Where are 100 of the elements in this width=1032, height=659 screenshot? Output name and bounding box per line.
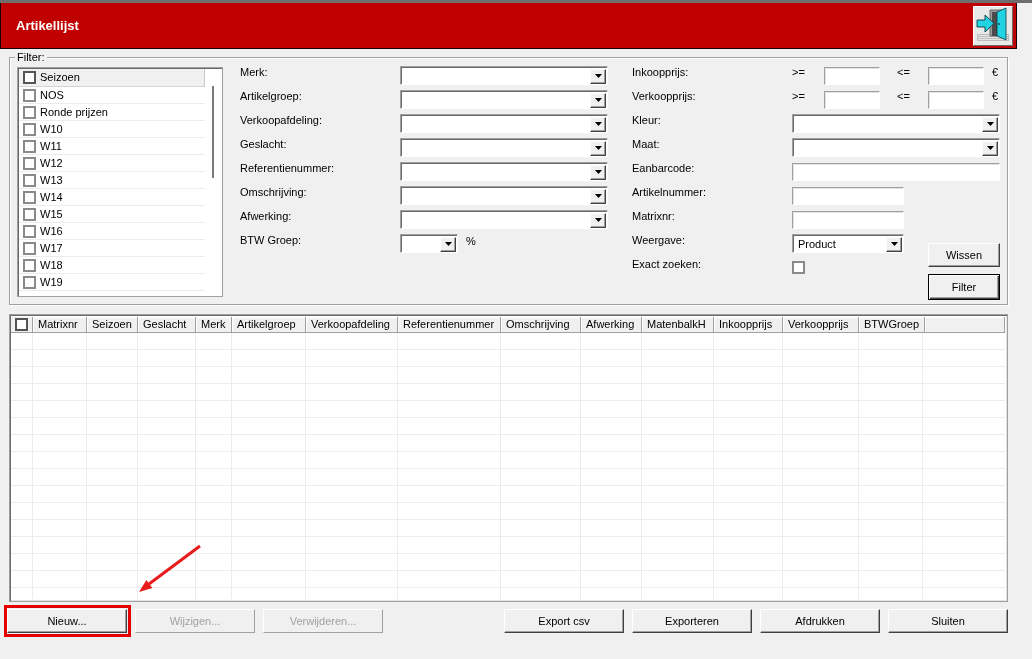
dropdown[interactable] (400, 114, 608, 133)
list-item[interactable]: W10 (19, 121, 205, 138)
dropdown[interactable]: Product (792, 234, 904, 253)
arrow-icon (137, 544, 203, 594)
column-header[interactable]: Verkoopprijs (783, 317, 859, 333)
currency-label: € (992, 89, 999, 103)
list-item[interactable]: W17 (19, 240, 205, 257)
dropdown[interactable] (400, 186, 608, 205)
dropdown[interactable] (400, 234, 458, 253)
column-header[interactable]: Merk (196, 317, 232, 333)
text-field[interactable] (824, 67, 880, 85)
column-header[interactable]: Verkoopafdeling (306, 317, 398, 333)
caret-icon (982, 140, 998, 156)
operator-label: <= (897, 89, 911, 103)
checkbox[interactable] (23, 224, 36, 238)
field-label: Inkoopprijs: (632, 65, 690, 79)
print-button[interactable]: Afdrukken (760, 609, 880, 633)
checkbox[interactable] (23, 105, 36, 119)
column-header[interactable]: Geslacht (138, 317, 196, 333)
list-item[interactable]: W12 (19, 155, 205, 172)
checkbox[interactable] (15, 318, 28, 331)
list-item[interactable]: W14 (19, 189, 205, 206)
text-field[interactable] (928, 91, 984, 109)
field-label: Merk: (240, 65, 269, 79)
field-label: Verkoopafdeling: (240, 113, 323, 127)
export-csv-button[interactable]: Export csv (504, 609, 624, 633)
column-header[interactable]: Seizoen (87, 317, 138, 333)
list-item[interactable]: W11 (19, 138, 205, 155)
dropdown[interactable] (400, 210, 608, 229)
field-label: Kleur: (632, 113, 662, 127)
dropdown[interactable] (792, 138, 1000, 157)
text-field[interactable] (824, 91, 880, 109)
text-field[interactable] (792, 187, 904, 205)
filter-button[interactable]: Filter (928, 274, 1000, 300)
checkbox[interactable] (23, 258, 36, 272)
scrollbar-thumb[interactable] (212, 86, 214, 178)
dropdown[interactable] (400, 90, 608, 109)
caret-icon (440, 236, 456, 252)
checkbox[interactable] (792, 261, 805, 274)
list-item[interactable]: NOS (19, 87, 205, 104)
field-label: Artikelnummer: (632, 185, 707, 199)
checkbox[interactable] (23, 173, 36, 187)
door-arrow-icon[interactable] (973, 5, 1013, 46)
caret-icon (886, 236, 902, 252)
field-label: Afwerking: (240, 209, 293, 223)
checkbox[interactable] (23, 122, 36, 136)
dropdown[interactable] (400, 138, 608, 157)
field-label: BTW Groep: (240, 233, 303, 247)
close-button[interactable]: Sluiten (888, 609, 1008, 633)
caret-icon (590, 212, 606, 228)
caret-icon (590, 188, 606, 204)
list-item[interactable]: Ronde prijzen (19, 104, 205, 121)
field-label: Matrixnr: (632, 209, 676, 223)
dropdown[interactable] (792, 114, 1000, 133)
checkbox[interactable] (23, 190, 36, 204)
checkbox[interactable] (23, 207, 36, 221)
checkbox[interactable] (23, 71, 36, 84)
list-item[interactable]: W18 (19, 257, 205, 274)
column-header[interactable]: MatenbalkH (642, 317, 714, 333)
checkbox[interactable] (23, 156, 36, 170)
currency-label: € (992, 65, 999, 79)
group-label: Filter: (15, 51, 47, 63)
text-field[interactable] (792, 211, 904, 229)
column-header[interactable]: Matrixnr (33, 317, 87, 333)
operator-label: <= (897, 65, 911, 79)
operator-label: >= (792, 89, 806, 103)
field-label: Exact zoeken: (632, 257, 703, 271)
column-header[interactable]: Artikelgroep (232, 317, 306, 333)
operator-label: >= (792, 65, 806, 79)
header-label: Seizoen (40, 71, 80, 84)
list-item[interactable]: W16 (19, 223, 205, 240)
caret-icon (590, 92, 606, 108)
caret-icon (590, 164, 606, 180)
list-item[interactable]: W15 (19, 206, 205, 223)
column-header[interactable]: Inkoopprijs (714, 317, 783, 333)
caret-icon (590, 116, 606, 132)
new-button[interactable]: Nieuw... (7, 609, 127, 633)
text-field[interactable] (928, 67, 984, 85)
column-header[interactable]: BTWGroep (859, 317, 925, 333)
dropdown[interactable] (400, 162, 608, 181)
list-item[interactable]: W13 (19, 172, 205, 189)
list-item[interactable]: W19 (19, 274, 205, 291)
clear-button[interactable]: Wissen (928, 243, 1000, 267)
caret-icon (590, 68, 606, 84)
caret-icon (590, 140, 606, 156)
checkbox[interactable] (23, 139, 36, 153)
text-field[interactable] (792, 163, 1000, 181)
field-label: Eanbarcode: (632, 161, 696, 175)
checkbox[interactable] (23, 275, 36, 289)
field-label: Verkoopprijs: (632, 89, 697, 103)
column-header[interactable]: Omschrijving (501, 317, 581, 333)
column-header[interactable]: Referentienummer (398, 317, 501, 333)
export-button[interactable]: Exporteren (632, 609, 752, 633)
unit-label: % (466, 234, 476, 248)
checkbox[interactable] (23, 88, 36, 102)
checkbox[interactable] (23, 241, 36, 255)
dropdown[interactable] (400, 66, 608, 85)
field-label: Referentienummer: (240, 161, 336, 175)
field-label: Geslacht: (240, 137, 288, 151)
column-header[interactable]: Afwerking (581, 317, 642, 333)
